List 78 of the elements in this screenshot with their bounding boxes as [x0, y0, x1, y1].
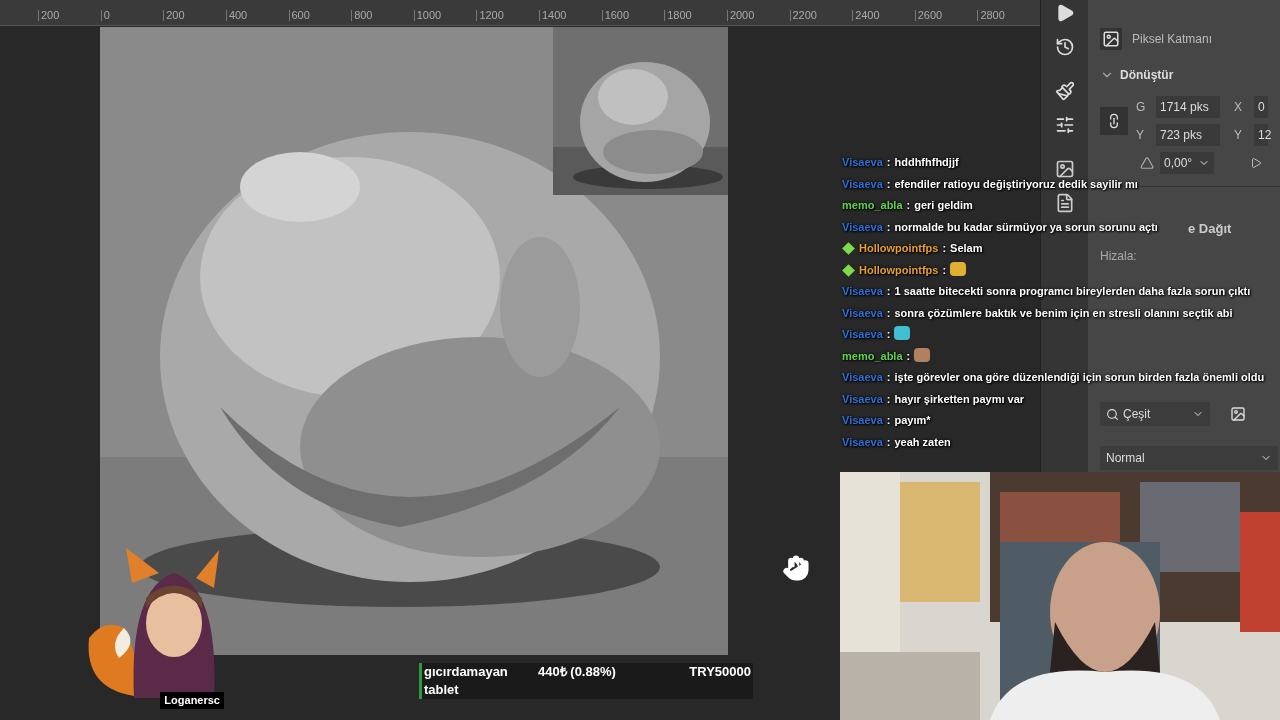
ruler-label: 0	[100, 10, 164, 21]
chat-separator: :	[886, 305, 891, 321]
field-label: X	[1233, 99, 1243, 116]
chat-separator: :	[886, 219, 891, 235]
chat-message: efendiler ratioyu değiştiriyoruz dedik sayilir mı	[894, 176, 1138, 192]
chat-message: geri geldim	[914, 198, 973, 213]
angle-dropdown[interactable]: 0,00°	[1160, 152, 1215, 174]
ruler-label: 2200	[789, 10, 853, 21]
ruler-label: 200	[38, 10, 101, 21]
goal-target: TRY50000	[689, 663, 751, 681]
goal-amount: 440₺ (0.88%)	[538, 663, 616, 681]
chat-separator: :	[942, 241, 947, 256]
chat-username[interactable]: Hollowpointfps	[859, 240, 939, 258]
ruler-label: 200	[163, 10, 226, 21]
chat-username[interactable]: memo_abla	[842, 197, 903, 215]
emote-icon	[894, 326, 911, 340]
chat-separator: :	[886, 391, 891, 407]
chat-username[interactable]: memo_abla	[842, 347, 903, 365]
ruler-label: 2400	[852, 10, 915, 21]
ruler-label: 1600	[601, 10, 665, 21]
layer-thumbnail-icon	[1100, 28, 1122, 50]
chat-separator: :	[942, 262, 947, 278]
avatar-name: Loganersc	[160, 692, 224, 709]
badge-icon	[842, 263, 855, 277]
play-icon[interactable]	[1250, 157, 1263, 169]
history-icon[interactable]	[1054, 37, 1075, 57]
hand-cursor-icon	[782, 554, 810, 582]
layer-type-label: Piksel Katmanı	[1132, 31, 1213, 48]
ruler-label: 800	[351, 10, 414, 21]
value-field[interactable]: 723 pks	[1156, 124, 1220, 146]
field-label: Y	[1136, 127, 1145, 144]
chat-separator: :	[886, 327, 891, 342]
chat-separator: :	[906, 348, 911, 364]
chat-separator: :	[886, 155, 891, 170]
chat-separator: :	[886, 370, 891, 385]
section-title: Dönüştür	[1120, 67, 1174, 84]
chat-message: payım*	[894, 413, 931, 428]
chat-message: işte görevler ona göre düzenlendiği için sorun birden fazla önemli oldu	[894, 370, 1265, 385]
value-field[interactable]: 1714 pks	[1156, 96, 1220, 118]
sliders-icon[interactable]	[1054, 115, 1075, 135]
chat-separator: :	[886, 434, 891, 450]
chat-separator: :	[886, 284, 891, 299]
chat-username[interactable]: Hollowpointfps	[859, 261, 939, 279]
section-title: e Dağıt	[1188, 220, 1233, 238]
chat-message: yeah zaten	[894, 434, 951, 450]
chat-message: sonra çözümlere baktık ve benim için en stresli olanını seçtik abi	[894, 305, 1233, 321]
ruler-label: 1400	[539, 10, 602, 21]
ruler-label: 1800	[664, 10, 727, 21]
chat-separator: :	[886, 176, 891, 192]
brush-icon[interactable]	[1054, 81, 1075, 101]
ruler-label: 1200	[476, 10, 539, 21]
ruler-label: 1000	[413, 10, 477, 21]
ruler-label: 2600	[914, 10, 978, 21]
field-label: G	[1136, 99, 1147, 116]
chat-message: Selam	[950, 241, 983, 256]
chat-message: normalde bu kadar sürmüyor ya sorun sorunu açtı	[894, 219, 1158, 235]
ruler-label: 400	[225, 10, 289, 21]
emote-icon	[914, 347, 931, 362]
field-label: Y	[1233, 127, 1243, 144]
chat-separator: :	[886, 413, 891, 428]
ruler-label: 2000	[726, 10, 790, 21]
value-field[interactable]: 0	[1254, 96, 1268, 118]
search-icon	[1106, 407, 1119, 421]
emote-icon	[950, 261, 967, 276]
chat-message: hayır şirketten paymı var	[894, 391, 1025, 407]
filter-dropdown[interactable]: Çeşit	[1100, 402, 1210, 426]
blend-mode-dropdown[interactable]: Normal	[1100, 446, 1278, 470]
chat-message: 1 saatte bitecekti sonra programcı bireylerden daha fazla sorun çıktı	[894, 284, 1251, 299]
link-button[interactable]	[1100, 107, 1128, 135]
goal-title: gıcırdamayan tablet	[423, 663, 509, 699]
chat-separator: :	[906, 198, 911, 213]
ruler-label: 600	[288, 10, 352, 21]
badge-icon	[842, 242, 855, 255]
angle-icon	[1140, 156, 1154, 170]
image-icon[interactable]	[1054, 159, 1075, 179]
image-filter-icon[interactable]	[1230, 406, 1246, 422]
chat-message: hddhfhfhdjjf	[894, 155, 959, 170]
align-label: Hizala:	[1100, 247, 1138, 265]
